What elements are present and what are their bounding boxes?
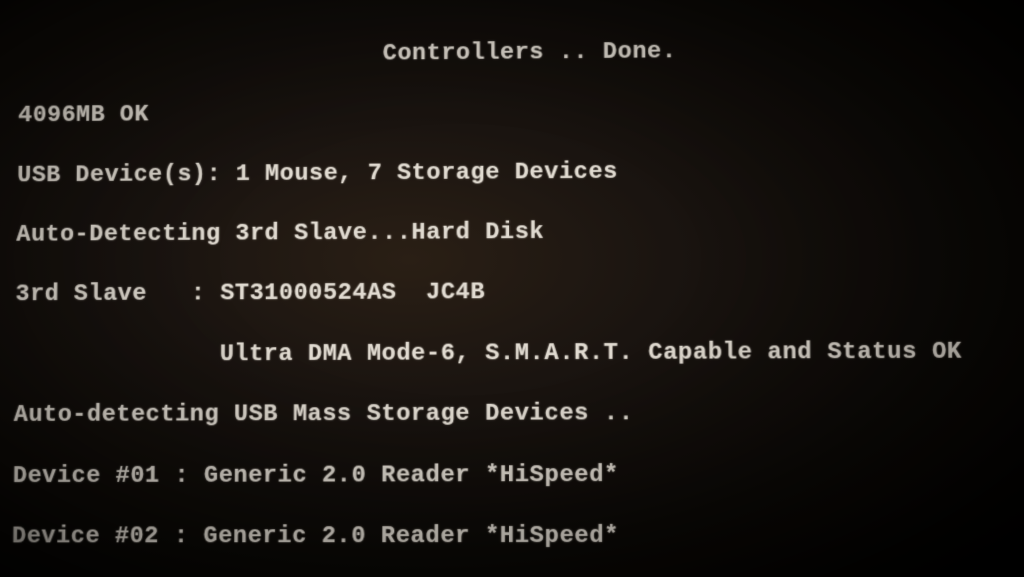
partial-top-line: Controllers .. Done.: [19, 35, 1013, 73]
usb-device-summary-line: USB Device(s): 1 Mouse, 7 Storage Device…: [17, 155, 1014, 191]
memory-ok-line: 4096MB OK: [18, 95, 1013, 132]
slave-model-line: 3rd Slave : ST31000524AS JC4B: [15, 277, 1016, 312]
auto-detect-harddisk-line: Auto-Detecting 3rd Slave...Hard Disk: [16, 216, 1015, 251]
auto-detect-usb-line: Auto-detecting USB Mass Storage Devices …: [14, 399, 1018, 432]
device-02-line: Device #02 : Generic 2.0 Reader *HiSpeed…: [12, 522, 1020, 554]
device-01-line: Device #01 : Generic 2.0 Reader *HiSpeed…: [13, 460, 1019, 492]
bios-post-screen: Controllers .. Done. 4096MB OK USB Devic…: [0, 5, 1024, 577]
slave-mode-line: Ultra DMA Mode-6, S.M.A.R.T. Capable and…: [14, 337, 1017, 371]
